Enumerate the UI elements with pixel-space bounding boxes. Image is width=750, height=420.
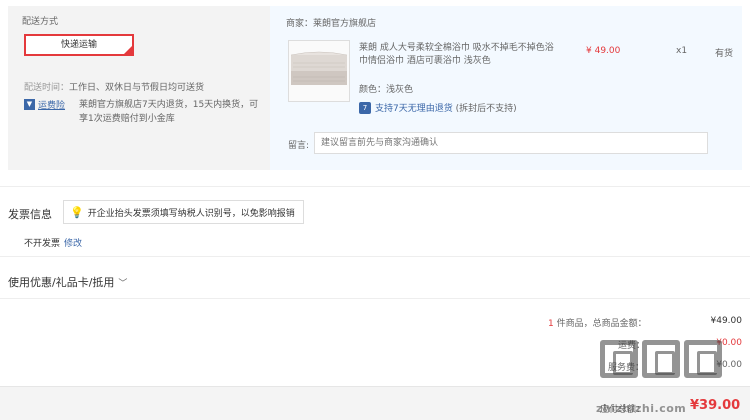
invoice-title: 发票信息 <box>8 208 52 221</box>
lightbulb-icon: 💡 <box>70 205 84 219</box>
section-divider <box>0 298 750 299</box>
express-shipping-label: 快递运输 <box>60 40 97 50</box>
site-watermark: zhizhizhi.com <box>596 336 746 416</box>
section-divider <box>0 186 750 187</box>
return-policy-text: 支持7天无理由退货 (拆封后不支持) <box>375 101 517 114</box>
message-input[interactable] <box>314 132 708 154</box>
chevron-down-icon: ﹀ <box>118 278 128 289</box>
product-color: 颜色：浅灰色 <box>359 82 413 95</box>
selected-check-icon <box>124 37 133 55</box>
return-policy-note: (拆封后不支持) <box>455 104 517 114</box>
return-policy-label: 支持7天无理由退货 <box>375 104 453 114</box>
invoice-status-value: 不开发票 <box>24 239 61 249</box>
product-title[interactable]: 莱朗 成人大号柔软全棉浴巾 吸水不掉毛不掉色浴巾情侣浴巾 酒店可裹浴巾 浅灰色 <box>359 42 554 68</box>
summary-goods-total: 1 件商品，总商品金额： ¥49.00 <box>500 316 742 329</box>
shipping-section-label: 配送方式 <box>22 17 59 27</box>
store-name-value[interactable]: 莱朗官方旗舰店 <box>313 19 376 29</box>
summary-goods-value: ¥49.00 <box>710 316 743 326</box>
coupon-label: 使用优惠/礼品卡/抵用 <box>8 276 115 289</box>
freight-insurance-icon: ▼ <box>24 99 35 110</box>
product-color-value: 浅灰色 <box>386 85 414 95</box>
delivery-time-value: 工作日、双休日与节假日均可送货 <box>69 83 205 93</box>
coupon-toggle[interactable]: 使用优惠/礼品卡/抵用 ﹀ <box>8 274 127 290</box>
summary-goods-label: 1 件商品，总商品金额： <box>548 316 647 329</box>
delivery-time: 配送时间：工作日、双休日与节假日均可送货 <box>24 80 204 93</box>
product-quantity: x1 <box>676 46 688 56</box>
message-label: 留言: <box>288 141 310 151</box>
invoice-edit-link[interactable]: 修改 <box>64 239 82 249</box>
product-color-label: 颜色： <box>359 85 387 95</box>
product-image[interactable] <box>288 40 350 102</box>
express-shipping-button[interactable]: 快递运输 <box>24 34 134 56</box>
return-policy-icon: 7 <box>359 101 371 114</box>
store-section: 商家：莱朗官方旗舰店 莱朗 成人大号柔软全棉浴巾 吸水不掉毛不掉色浴巾情侣浴巾 … <box>270 6 742 170</box>
product-price: ¥ 49.00 <box>586 46 621 56</box>
return-policy: 7 支持7天无理由退货 (拆封后不支持) <box>359 101 517 114</box>
store-name: 商家：莱朗官方旗舰店 <box>286 16 376 29</box>
freight-insurance-badge[interactable]: ▼ 运费险 <box>24 98 65 111</box>
order-info-panel: 配送方式 快递运输 配送时间：工作日、双休日与节假日均可送货 ▼ 运费险 莱朗官… <box>8 6 742 170</box>
invoice-tip: 💡 开企业抬头发票须填写纳税人识别号，以免影响报销 <box>63 200 304 224</box>
freight-insurance-desc: 莱朗官方旗舰店7天内退货，15天内换货，可享1次运费赔付到小金库 <box>79 100 259 124</box>
product-stock-status: 有货 <box>715 49 734 59</box>
invoice-tip-text: 开企业抬头发票须填写纳税人识别号，以免影响报销 <box>87 208 295 219</box>
section-divider <box>0 256 750 257</box>
shipping-section: 配送方式 快递运输 配送时间：工作日、双休日与节假日均可送货 ▼ 运费险 莱朗官… <box>8 6 270 170</box>
watermark-logo-icon <box>600 340 722 378</box>
summary-item-count-suffix: 件商品，总商品金额： <box>553 319 647 329</box>
delivery-time-label: 配送时间： <box>24 83 70 93</box>
store-name-prefix: 商家： <box>286 19 314 29</box>
freight-insurance-link[interactable]: 运费险 <box>38 98 65 111</box>
invoice-status: 不开发票 修改 <box>24 236 82 249</box>
watermark-text: zhizhizhi.com <box>596 402 687 415</box>
